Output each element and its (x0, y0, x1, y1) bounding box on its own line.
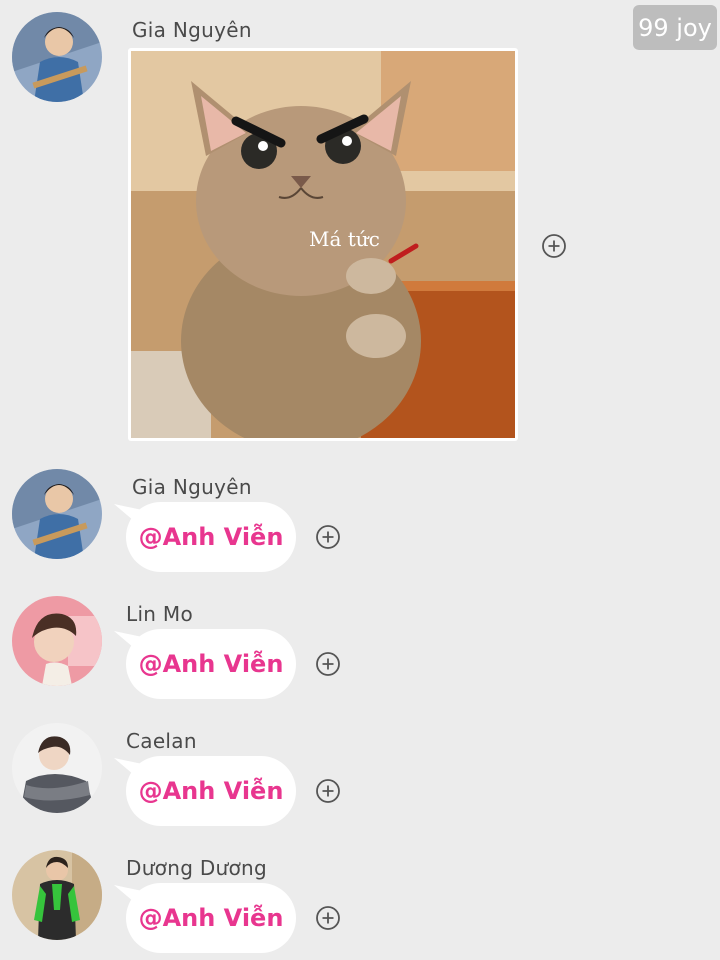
sender-name: Dương Dương (126, 856, 268, 880)
message-bubble[interactable]: @Anh Viễn (126, 883, 296, 953)
avatar-caelan[interactable] (12, 723, 102, 813)
avatar-gia-nguyen[interactable] (12, 12, 102, 102)
image-message[interactable]: Má tức (128, 48, 518, 441)
avatar-gia-nguyen[interactable] (12, 469, 102, 559)
plus-circle-icon (316, 525, 340, 549)
plus-circle-icon (316, 779, 340, 803)
add-reaction-button[interactable] (316, 652, 340, 676)
mention-text[interactable]: @Anh Viễn (139, 777, 284, 805)
avatar-duong-duong[interactable] (12, 850, 102, 940)
plus-circle-icon (316, 652, 340, 676)
sender-name: Lin Mo (126, 602, 194, 626)
joy-count-badge: 99 joy (633, 5, 717, 50)
add-reaction-button[interactable] (542, 234, 566, 258)
sender-name: Caelan (126, 729, 197, 753)
plus-circle-icon (316, 906, 340, 930)
add-reaction-button[interactable] (316, 525, 340, 549)
plus-circle-icon (542, 234, 566, 258)
add-reaction-button[interactable] (316, 779, 340, 803)
mention-text[interactable]: @Anh Viễn (139, 650, 284, 678)
avatar-lin-mo[interactable] (12, 596, 102, 686)
mention-text[interactable]: @Anh Viễn (139, 904, 284, 932)
message-bubble[interactable]: @Anh Viễn (126, 629, 296, 699)
add-reaction-button[interactable] (316, 906, 340, 930)
message-bubble[interactable]: @Anh Viễn (126, 502, 296, 572)
message-bubble[interactable]: @Anh Viễn (126, 756, 296, 826)
sender-name: Gia Nguyên (132, 18, 252, 42)
image-caption: Má tức (309, 227, 380, 251)
mention-text[interactable]: @Anh Viễn (139, 523, 284, 551)
sender-name: Gia Nguyên (132, 475, 252, 499)
